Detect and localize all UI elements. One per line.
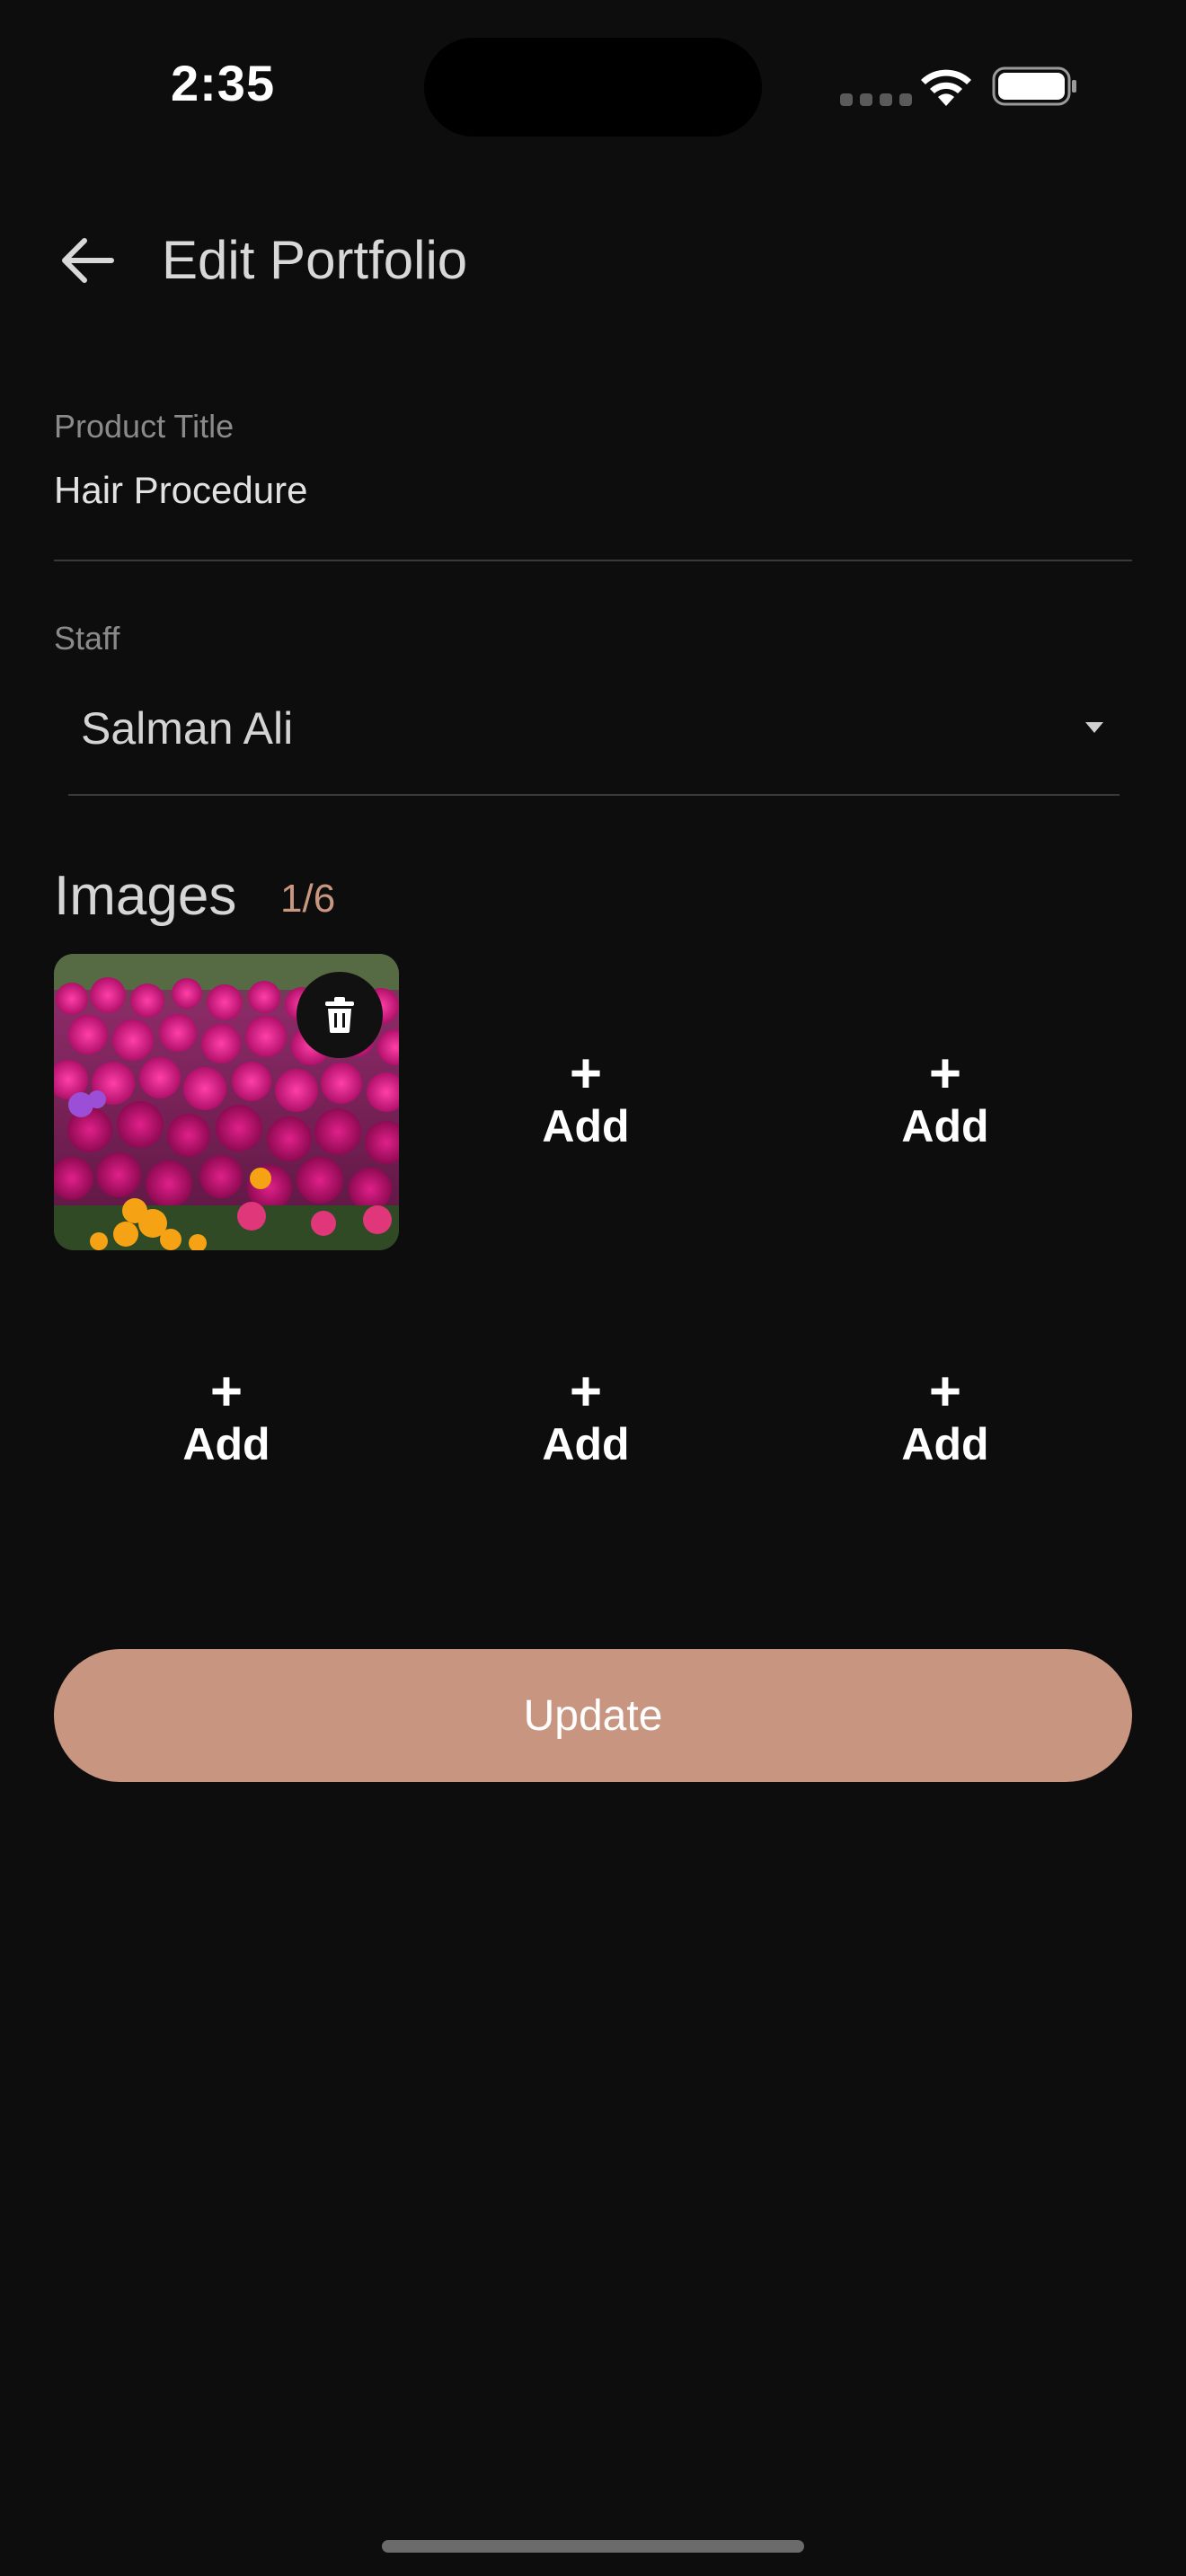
dynamic-island — [424, 38, 762, 137]
status-time: 2:35 — [171, 55, 276, 111]
add-label: Add — [542, 1101, 630, 1151]
plus-icon: + — [569, 1043, 603, 1105]
update-button[interactable]: Update — [54, 1649, 1132, 1782]
add-label: Add — [542, 1419, 630, 1469]
add-image-slot[interactable]: + Add — [54, 1272, 399, 1568]
product-title-label: Product Title — [54, 408, 235, 445]
staff-underline — [68, 794, 1120, 796]
wifi-icon — [921, 69, 971, 106]
page-title: Edit Portfolio — [162, 230, 468, 290]
back-button[interactable] — [50, 225, 122, 296]
caret-down-icon — [1085, 722, 1103, 733]
staff-selected-value: Salman Ali — [81, 703, 294, 754]
plus-icon: + — [928, 1361, 962, 1423]
add-label: Add — [901, 1101, 989, 1151]
plus-icon: + — [928, 1043, 962, 1105]
product-title-input[interactable]: Hair Procedure — [54, 469, 1132, 532]
add-image-slot[interactable]: + Add — [413, 1272, 758, 1568]
battery-icon — [992, 66, 1076, 106]
add-label: Add — [901, 1419, 989, 1469]
images-heading: Images — [54, 865, 237, 927]
plus-icon: + — [209, 1361, 243, 1423]
cellular-signal-icon — [840, 93, 912, 106]
delete-image-button[interactable] — [296, 972, 383, 1058]
add-image-slot[interactable]: + Add — [413, 954, 758, 1250]
arrow-left-icon — [62, 238, 114, 283]
staff-dropdown[interactable]: Salman Ali — [68, 683, 1120, 790]
add-image-slot[interactable]: + Add — [773, 954, 1118, 1250]
home-indicator — [382, 2540, 804, 2553]
trash-icon — [325, 997, 354, 1033]
plus-icon: + — [569, 1361, 603, 1423]
product-title-underline — [54, 560, 1132, 561]
staff-label: Staff — [54, 620, 120, 657]
images-count: 1/6 — [280, 877, 336, 921]
add-label: Add — [182, 1419, 270, 1469]
add-image-slot[interactable]: + Add — [773, 1272, 1118, 1568]
